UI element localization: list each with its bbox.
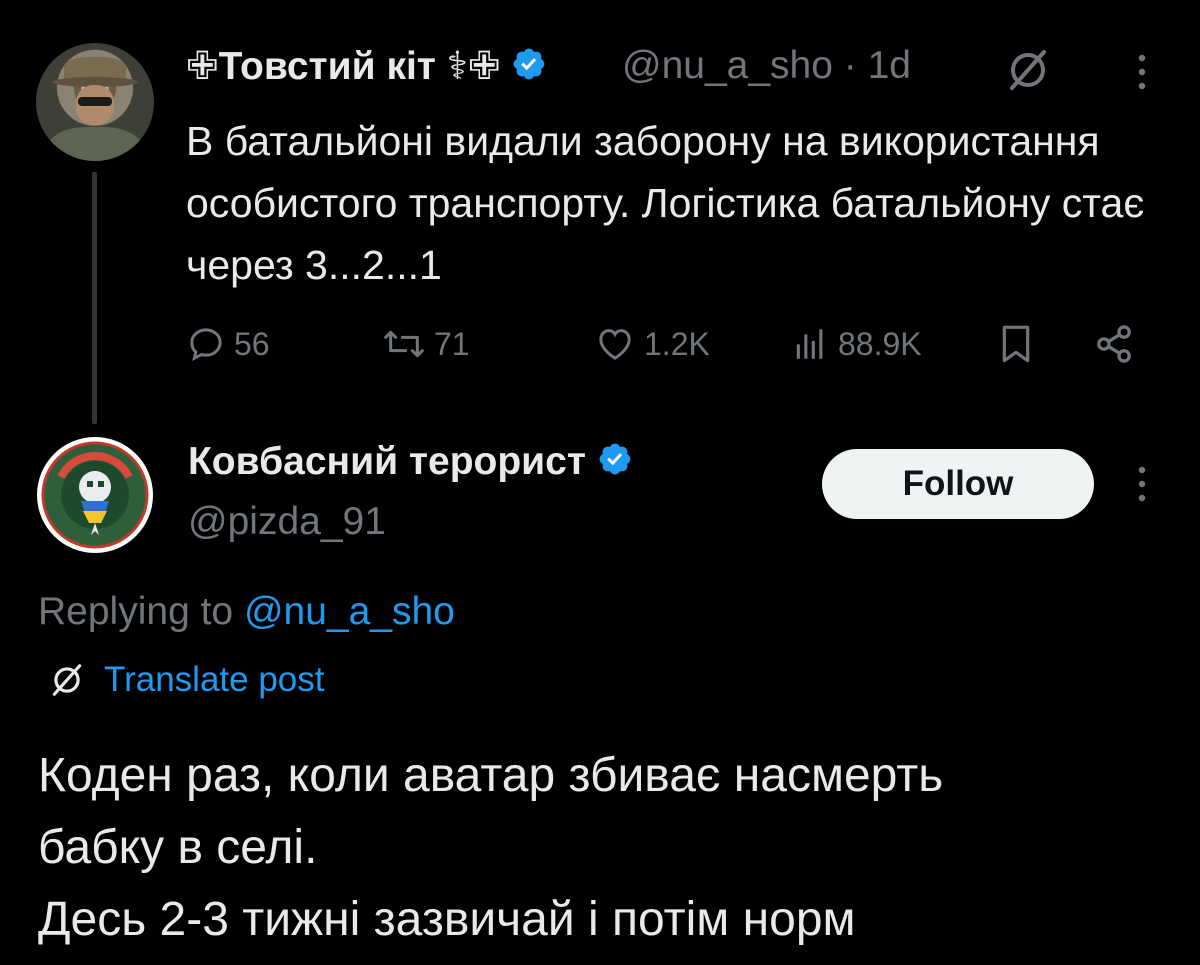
repost-count: 71	[434, 325, 470, 362]
verified-badge-icon	[511, 46, 547, 92]
follow-button[interactable]: Follow	[822, 449, 1094, 519]
replying-to-line: Replying to @nu_a_sho	[38, 590, 455, 634]
parent-author-handle[interactable]: @nu_a_sho	[622, 44, 833, 87]
like-button[interactable]: 1.2K	[594, 318, 710, 370]
parent-action-bar: 56 71 1.2K 88.9K	[186, 318, 1146, 370]
more-icon[interactable]	[1134, 52, 1150, 92]
grok-icon[interactable]	[1004, 46, 1052, 94]
replying-to-handle-link[interactable]: @nu_a_sho	[244, 590, 455, 633]
views-count: 88.9K	[838, 325, 922, 362]
meta-separator: ·	[843, 44, 857, 87]
parent-author-avatar[interactable]	[36, 43, 154, 161]
grok-icon	[52, 664, 82, 696]
reply-text-line: Десь 2-3 тижні зазвичай і потім норм	[38, 893, 856, 946]
parent-author-name[interactable]: ✙Товстий кіт ⚕✙	[186, 45, 501, 88]
repost-icon	[384, 330, 424, 358]
reply-count: 56	[234, 325, 270, 362]
reply-author-name-row[interactable]: Ковбасний терорист	[188, 440, 633, 487]
reply-tweet-text: Коден раз, коли аватар збиває насмерть б…	[38, 740, 1178, 956]
replying-prefix: Replying to	[38, 590, 244, 633]
reply-text-line: Коден раз, коли аватар збиває насмерть	[38, 749, 944, 802]
verified-badge-icon	[597, 441, 633, 487]
like-icon	[599, 329, 631, 360]
views-button[interactable]: 88.9K	[790, 318, 922, 370]
reply-author-name[interactable]: Ковбасний терорист	[188, 440, 586, 483]
translate-post-label[interactable]: Translate post	[104, 660, 324, 700]
reply-author-handle[interactable]: @pizda_91	[188, 500, 386, 544]
share-icon[interactable]	[1092, 318, 1136, 370]
reply-icon	[190, 328, 222, 361]
views-icon	[796, 329, 823, 359]
parent-handle-row: @nu_a_sho · 1d	[622, 44, 911, 88]
more-icon[interactable]	[1134, 464, 1150, 504]
parent-timestamp[interactable]: 1d	[868, 44, 911, 87]
bookmark-icon[interactable]	[996, 318, 1036, 370]
parent-tweet-text: В батальйоні видали заборону на використ…	[186, 118, 1145, 288]
reply-button[interactable]: 56	[186, 318, 270, 370]
repost-button[interactable]: 71	[382, 318, 470, 370]
like-count: 1.2K	[644, 325, 710, 362]
thread-connector-line	[92, 172, 97, 424]
reply-author-avatar[interactable]	[37, 437, 153, 553]
reply-text-line: бабку в селі.	[38, 821, 318, 874]
translate-post-link[interactable]: Translate post	[48, 660, 324, 700]
parent-author-name-row[interactable]: ✙Товстий кіт ⚕✙	[186, 44, 547, 92]
